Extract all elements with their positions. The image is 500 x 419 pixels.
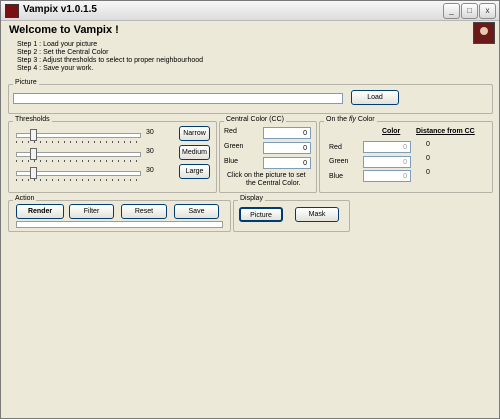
fly-distance-header: Distance from CC [416,128,475,135]
fly-label-italic: fly [348,116,356,123]
thresholds-group-label: Thresholds [13,116,52,123]
step-4: Step 4 : Save your work. [17,65,94,72]
maximize-button[interactable]: □ [461,3,478,19]
slider-ticks [16,179,139,181]
cc-green-label: Green [224,143,244,150]
cc-blue-label: Blue [224,158,239,165]
cc-red-field[interactable]: 0 [263,127,311,139]
threshold-value-1: 30 [146,129,154,136]
cc-hint-line-1: Click on the picture to set [227,172,306,179]
slider-thumb[interactable] [30,129,37,141]
step-3: Step 3 : Adjust thresholds to select to … [17,57,204,64]
step-1: Step 1 : Load your picture [17,41,98,48]
logo-icon [473,22,495,44]
picture-group-label: Picture [13,79,39,86]
save-button[interactable]: Save [174,204,219,219]
slider-ticks [16,160,139,162]
threshold-slider-3[interactable] [16,167,141,181]
slider-thumb[interactable] [30,167,37,179]
slider-thumb[interactable] [30,148,37,160]
load-button[interactable]: Load [351,90,399,105]
slider-ticks [16,141,139,143]
steps-list: Step 1 : Load your picture Step 2 : Set … [17,41,203,73]
render-progress-bar [16,221,223,228]
cc-red-label: Red [224,128,237,135]
threshold-slider-2[interactable] [16,148,141,162]
large-button[interactable]: Large [179,164,210,179]
cc-green-field[interactable]: 0 [263,142,311,154]
medium-button[interactable]: Medium [179,145,210,160]
threshold-value-2: 30 [146,148,154,155]
fly-color-header: Color [382,128,401,135]
picture-path-field[interactable] [13,93,343,104]
picture-display-button[interactable]: Picture [239,207,283,222]
step-2: Step 2 : Set the Central Color [17,49,109,56]
threshold-value-3: 30 [146,167,154,174]
page-title: Welcome to Vampix ! [9,24,119,36]
threshold-slider-1[interactable] [16,129,141,143]
close-button[interactable]: x [479,3,496,19]
render-button[interactable]: Render [16,204,64,219]
fly-blue-distance: 0 [426,169,430,176]
fly-green-distance: 0 [426,155,430,162]
fly-green-label: Green [329,158,349,165]
app-window: Vampix v1.0.1.5 _ □ x Welcome to Vampix … [0,0,500,419]
title-bar[interactable]: Vampix v1.0.1.5 _ □ x [1,1,499,21]
minimize-button[interactable]: _ [443,3,460,19]
filter-button[interactable]: Filter [69,204,114,219]
mask-display-button[interactable]: Mask [295,207,339,222]
fly-red-label: Red [329,144,342,151]
fly-blue-field: 0 [363,170,411,182]
cc-blue-field[interactable]: 0 [263,157,311,169]
fly-label-prefix: On the [326,116,349,123]
fly-label-suffix: Color [355,116,375,123]
fly-red-distance: 0 [426,141,430,148]
narrow-button[interactable]: Narrow [179,126,210,141]
fly-blue-label: Blue [329,173,344,180]
cc-hint-line-2: the Central Color. [246,180,301,187]
reset-button[interactable]: Reset [121,204,167,219]
display-group-label: Display [238,195,265,202]
app-icon [5,4,19,18]
fly-color-group-label: On the fly Color [324,116,377,123]
action-group-label: Action [13,195,37,202]
central-color-group-label: Central Color (CC) [224,116,286,123]
window-title: Vampix v1.0.1.5 [23,4,97,15]
fly-red-field: 0 [363,141,411,153]
fly-green-field: 0 [363,156,411,168]
